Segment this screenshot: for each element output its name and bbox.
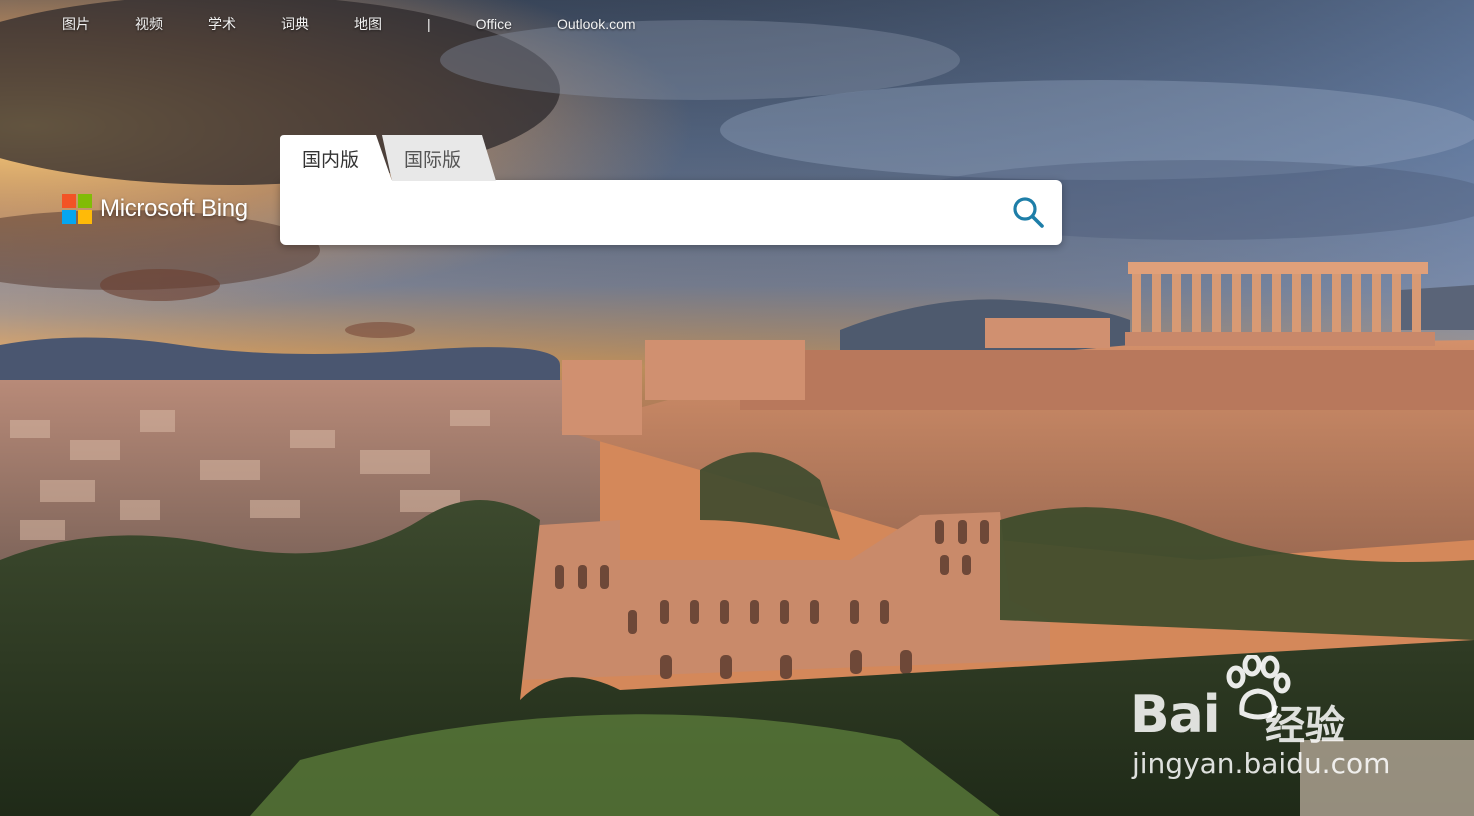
nav-outlook[interactable]: Outlook.com xyxy=(557,16,636,32)
tab-international[interactable]: 国际版 xyxy=(382,135,496,181)
nav-videos[interactable]: 视频 xyxy=(135,14,163,34)
search-icon xyxy=(1013,197,1044,228)
search-box xyxy=(280,180,1062,245)
tab-domestic-label: 国内版 xyxy=(302,149,360,171)
nav-academic[interactable]: 学术 xyxy=(208,14,236,34)
nav-maps[interactable]: 地图 xyxy=(354,14,382,34)
watermark-brand-tail: 经验 xyxy=(1265,703,1345,749)
watermark-url: jingyan.baidu.com xyxy=(1132,747,1391,780)
tab-international-label: 国际版 xyxy=(404,149,462,171)
nav-office[interactable]: Office xyxy=(476,16,512,32)
search-button[interactable] xyxy=(1010,194,1048,232)
nav-images[interactable]: 图片 xyxy=(62,14,90,34)
baidu-watermark: Bai 经验 jingyan.baidu.com xyxy=(1130,655,1430,785)
nav-separator: | xyxy=(427,16,431,32)
search-input[interactable] xyxy=(296,192,1000,234)
nav-dictionary[interactable]: 词典 xyxy=(281,14,309,34)
top-nav: 图片 视频 学术 词典 地图 | Office Outlook.com xyxy=(62,14,681,34)
watermark-brand: Bai xyxy=(1130,685,1221,745)
bing-logo[interactable]: Microsoft Bing xyxy=(62,194,248,224)
tab-domestic[interactable]: 国内版 xyxy=(280,135,392,181)
logo-text: Microsoft Bing xyxy=(100,195,248,222)
search-tabs: 国际版 国内版 xyxy=(280,135,500,181)
microsoft-logo-icon xyxy=(62,194,92,224)
